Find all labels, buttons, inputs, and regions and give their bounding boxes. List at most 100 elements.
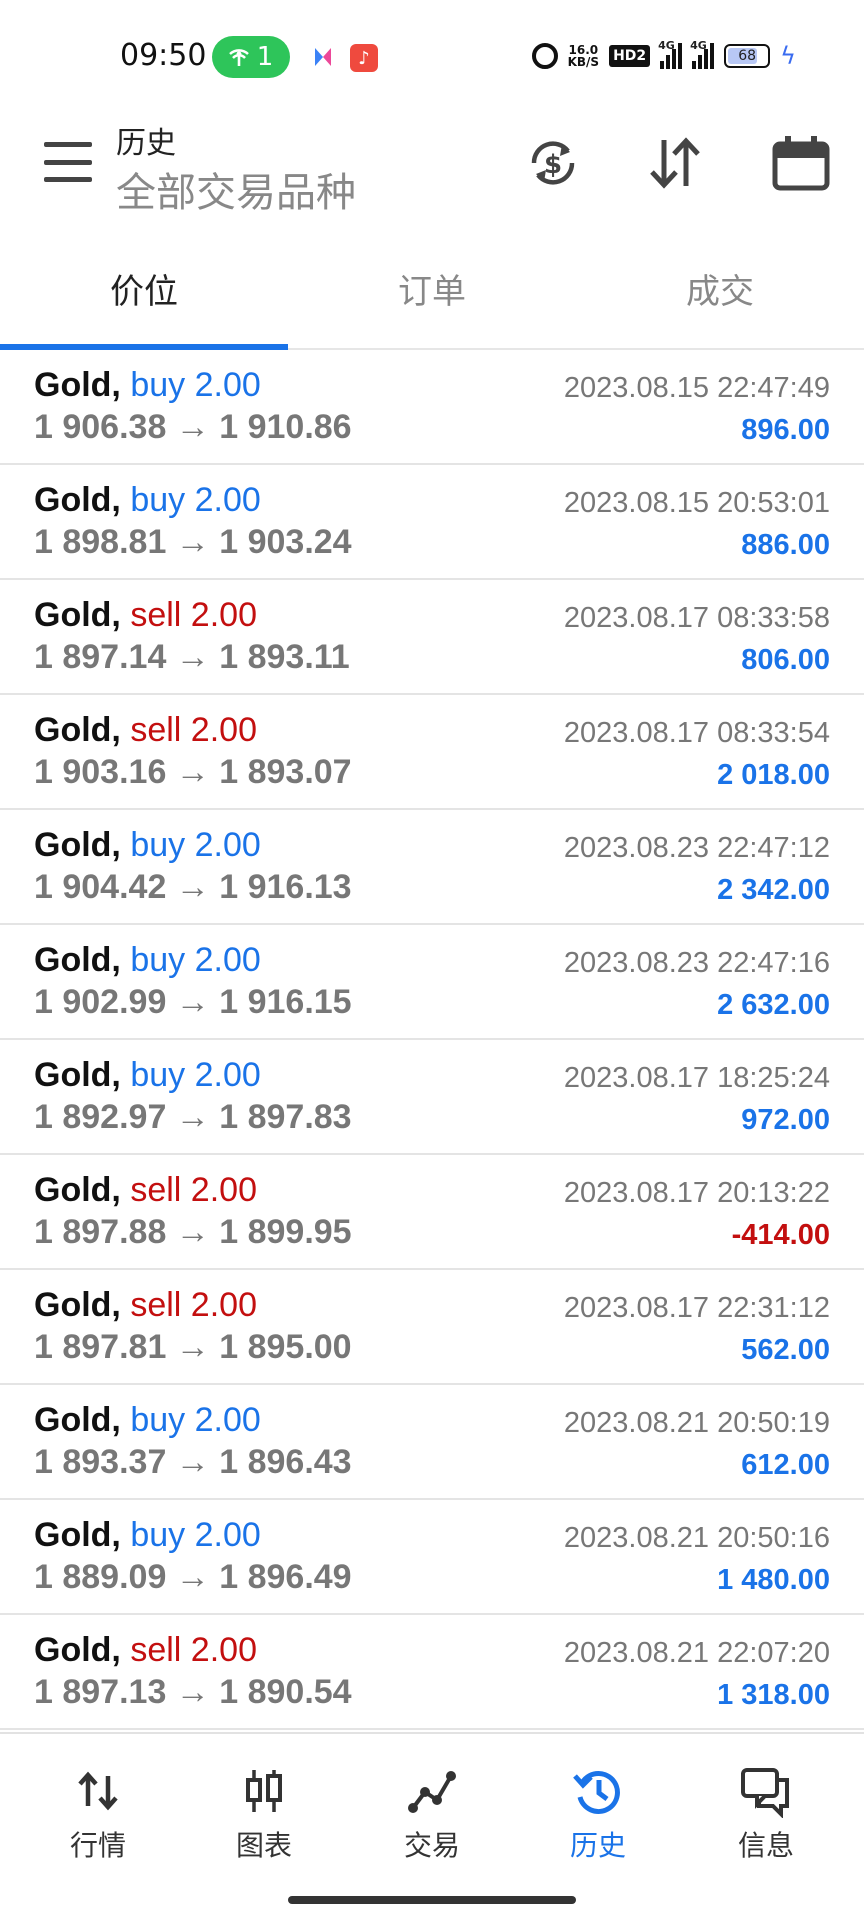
trade-time: 2023.08.21 20:50:16 [563,1522,830,1554]
status-bar: 09:50 1 ♪ 16.0 KB/S HD2 4G 4G 68 ϟ [0,0,864,110]
trade-time: 2023.08.23 22:47:12 [563,832,830,864]
trade-row[interactable]: Gold, buy 2.00 1 892.97 → 1 897.83 2023.08… [0,1040,864,1155]
symbol-name: Gold, [34,1631,121,1669]
trade-row[interactable]: Gold, buy 2.00 1 906.38 → 1 910.86 2023.08… [0,350,864,465]
trade-symbol: Gold, buy 2.00 [34,1401,261,1440]
hd-voice-icon: HD2 [609,45,651,67]
trade-row[interactable]: Gold, buy 2.00 1 898.81 → 1 903.24 2023.08… [0,465,864,580]
bottom-nav: 行情 图表 交易 历史 信息 [0,1732,864,1922]
trade-prices: 1 903.16 → 1 893.07 [34,753,352,791]
trade-profit: 612.00 [741,1449,830,1481]
trade-symbol: Gold, sell 2.00 [34,1631,257,1670]
history-icon [573,1771,620,1814]
trade-time: 2023.08.15 20:53:01 [563,487,830,519]
trade-time: 2023.08.17 08:33:58 [563,602,830,634]
svg-text:$: $ [544,150,562,180]
trade-side-volume: buy 2.00 [130,1056,261,1094]
chart-icon [246,1770,282,1812]
app-bar: 历史 全部交易品种 $ [0,110,864,230]
trade-prices: 1 893.37 → 1 896.43 [34,1443,352,1481]
trade-symbol: Gold, buy 2.00 [34,481,261,520]
trade-side-volume: buy 2.00 [130,826,261,864]
symbol-name: Gold, [34,481,121,519]
trade-profit: 562.00 [741,1334,830,1366]
symbol-filter[interactable]: 全部交易品种 [116,160,356,218]
nav-history[interactable]: 历史 [538,1764,658,1874]
trade-symbol: Gold, sell 2.00 [34,711,257,750]
trade-profit: 886.00 [741,529,830,561]
trade-row[interactable]: Gold, sell 2.00 1 903.16 → 1 893.07 2023.0… [0,695,864,810]
tab-positions[interactable]: 价位 [0,230,288,346]
charging-icon: ϟ [780,42,796,70]
trade-time: 2023.08.17 22:31:12 [563,1292,830,1324]
nav-chart[interactable]: 图表 [204,1764,324,1874]
trade-side-volume: sell 2.00 [130,1171,257,1209]
nav-messages[interactable]: 信息 [706,1764,826,1874]
trade-side-volume: sell 2.00 [130,1631,257,1669]
signal-icon-1: 4G [658,39,683,69]
trade-row[interactable]: Gold, buy 2.00 1 889.09 → 1 896.49 2023.08… [0,1500,864,1615]
trade-prices: 1 902.99 → 1 916.15 [34,983,352,1021]
trade-side-volume: buy 2.00 [130,1516,261,1554]
trade-side-volume: buy 2.00 [130,1401,261,1439]
trade-time: 2023.08.21 22:07:20 [563,1637,830,1669]
music-app-icon: ♪ [350,44,378,72]
trade-profit: 972.00 [741,1104,830,1136]
trade-symbol: Gold, sell 2.00 [34,596,257,635]
trade-symbol: Gold, buy 2.00 [34,941,261,980]
quotes-icon [78,1771,118,1811]
trade-time: 2023.08.23 22:47:16 [563,947,830,979]
trade-profit: 2 018.00 [717,759,830,791]
trade-prices: 1 898.81 → 1 903.24 [34,523,352,561]
sort-icon[interactable] [644,132,706,194]
trade-list: Gold, buy 2.00 1 906.38 → 1 910.86 2023.08… [0,350,864,1730]
calendar-icon[interactable] [770,132,832,194]
battery-icon: 68 [724,44,771,68]
nav-trade[interactable]: 交易 [372,1764,492,1874]
trade-prices: 1 897.81 → 1 895.00 [34,1328,352,1366]
trade-row[interactable]: Gold, sell 2.00 1 897.88 → 1 899.95 2023.0… [0,1155,864,1270]
trade-row[interactable]: Gold, sell 2.00 1 897.13 → 1 890.54 2023.0… [0,1615,864,1730]
trade-symbol: Gold, sell 2.00 [34,1286,257,1325]
trade-row[interactable]: Gold, sell 2.00 1 897.14 → 1 893.11 2023.0… [0,580,864,695]
trade-icon [408,1771,456,1813]
tab-bar: 价位 订单 成交 [0,230,864,350]
trade-profit: 2 632.00 [717,989,830,1021]
hotspot-badge: 1 [212,36,290,78]
tab-deals[interactable]: 成交 [576,230,864,346]
menu-icon[interactable] [44,142,92,182]
tab-orders[interactable]: 订单 [288,230,576,346]
home-indicator[interactable] [288,1896,576,1904]
trade-row[interactable]: Gold, sell 2.00 1 897.81 → 1 895.00 2023.0… [0,1270,864,1385]
trade-prices: 1 897.13 → 1 890.54 [34,1673,352,1711]
trade-symbol: Gold, buy 2.00 [34,1516,261,1555]
symbol-name: Gold, [34,1056,121,1094]
trade-profit: 1 480.00 [717,1564,830,1596]
trade-row[interactable]: Gold, buy 2.00 1 893.37 → 1 896.43 2023.08… [0,1385,864,1500]
alarm-icon [531,43,558,69]
symbol-name: Gold, [34,941,121,979]
currency-refresh-icon[interactable]: $ [522,132,584,194]
symbol-name: Gold, [34,1516,121,1554]
trade-profit: 1 318.00 [717,1679,830,1711]
trade-row[interactable]: Gold, buy 2.00 1 902.99 → 1 916.15 2023.08… [0,925,864,1040]
signal-icon-2: 4G [690,39,715,69]
page-title: 历史 [116,126,176,161]
trade-symbol: Gold, buy 2.00 [34,366,261,405]
trade-prices: 1 897.88 → 1 899.95 [34,1213,352,1251]
trade-profit: 2 342.00 [717,874,830,906]
trade-prices: 1 906.38 → 1 910.86 [34,408,352,446]
symbol-name: Gold, [34,1171,121,1209]
trade-symbol: Gold, sell 2.00 [34,1171,257,1210]
nav-quotes[interactable]: 行情 [38,1764,158,1874]
trade-profit: -414.00 [731,1219,830,1251]
trade-symbol: Gold, buy 2.00 [34,1056,261,1095]
trade-profit: 896.00 [741,414,830,446]
trade-time: 2023.08.17 08:33:54 [563,717,830,749]
symbol-name: Gold, [34,1401,121,1439]
messages-icon [741,1768,789,1818]
network-speed: 16.0 KB/S [567,43,600,69]
trade-row[interactable]: Gold, buy 2.00 1 904.42 → 1 916.13 2023.08… [0,810,864,925]
symbol-name: Gold, [34,711,121,749]
hotspot-count: 1 [256,42,274,72]
